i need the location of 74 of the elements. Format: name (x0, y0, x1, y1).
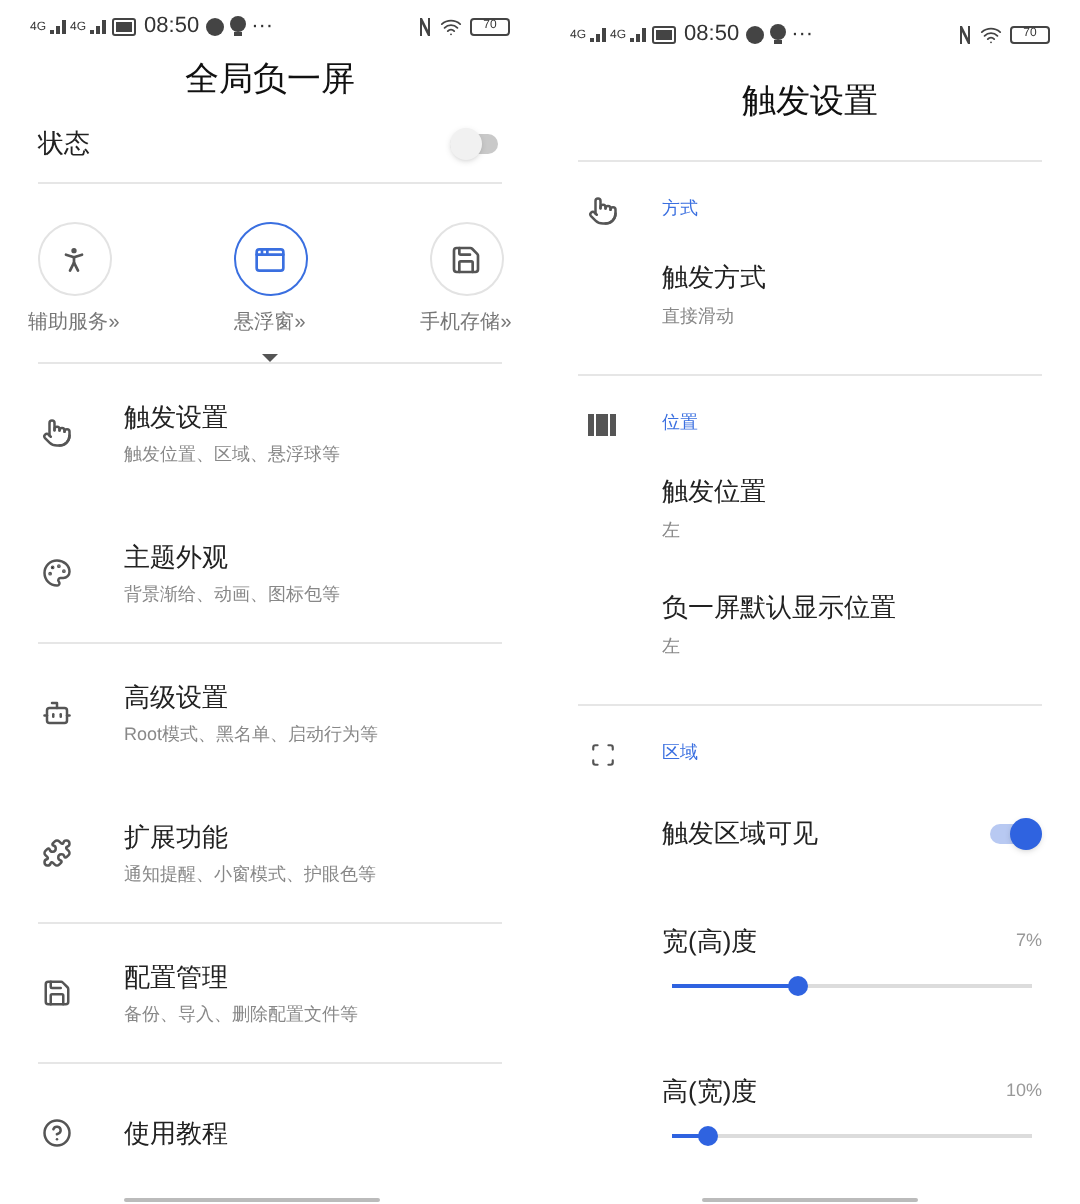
save-icon (450, 243, 482, 275)
window-icon (254, 243, 286, 275)
save-icon (42, 978, 72, 1008)
slider-thumb[interactable] (698, 1126, 718, 1146)
menu-item-subtitle: 背景渐给、动画、图标包等 (124, 582, 340, 608)
notification-icon (769, 24, 786, 44)
screen-title: 全局负一屏 (185, 57, 355, 102)
status-time: 08:50 (684, 19, 740, 50)
menu-item-title: 主题外观 (124, 539, 230, 575)
signal-icon (630, 27, 647, 41)
puzzle-icon (42, 838, 72, 868)
menu-item-subtitle: 通知提醒、小窗模式、护眼色等 (124, 862, 376, 888)
menu-item[interactable]: 主题外观 背景渐给、动画、图标包等 (38, 504, 502, 644)
status-time: 08:50 (144, 11, 200, 42)
signal-icon (590, 27, 607, 41)
menu-item[interactable]: 触发设置 触发位置、区域、悬浮球等 (38, 364, 502, 504)
nfc-icon (418, 17, 432, 36)
setting-title: 触发位置 (662, 474, 768, 510)
slider-thumb[interactable] (788, 976, 808, 996)
toggle-switch[interactable] (990, 816, 1042, 852)
help-icon (42, 1118, 72, 1148)
setting-value: 左 (662, 517, 682, 543)
pointer-hand-icon (42, 418, 72, 448)
section-header: 区域 (662, 740, 698, 767)
toggle-switch[interactable] (450, 125, 502, 162)
menu-item-subtitle: Root模式、黑名单、启动行为等 (124, 722, 379, 748)
menu-item[interactable]: 高级设置 Root模式、黑名单、启动行为等 (38, 644, 502, 784)
setting-value: 直接滑动 (662, 303, 736, 329)
setting-title: 触发方式 (662, 260, 768, 296)
wifi-icon (980, 23, 1002, 45)
notification-icon (205, 17, 224, 36)
menu-item-subtitle: 备份、导入、删除配置文件等 (124, 1002, 358, 1028)
palette-icon (42, 558, 72, 588)
notification-icon (745, 25, 764, 43)
menu-item-subtitle: 触发位置、区域、悬浮球等 (124, 442, 340, 468)
shortcut-button[interactable]: 悬浮窗» (200, 222, 340, 338)
hd-icon (112, 17, 137, 36)
menu-item[interactable]: 使用教程 (38, 1064, 502, 1204)
signal-icon (50, 19, 67, 34)
shortcut-button[interactable]: 辅助服务» (4, 222, 144, 338)
pointer-hand-icon (587, 195, 617, 225)
slider-reading: 10% (1005, 1077, 1042, 1103)
menu-item-title: 配置管理 (124, 959, 230, 995)
more-notifications: ··· (251, 11, 274, 42)
setting-title: 宽(高)度 (662, 923, 758, 960)
wifi-icon (440, 15, 462, 38)
shortcut-button[interactable]: 手机存储» (396, 222, 536, 338)
status-label: 状态 (38, 125, 90, 162)
menu-item-title: 高级设置 (124, 679, 230, 715)
frame-icon (589, 741, 615, 767)
menu-item-title: 使用教程 (124, 1115, 228, 1152)
robot-icon (42, 698, 72, 728)
slider-reading: 7% (1015, 927, 1042, 953)
expand-caret-icon[interactable] (262, 354, 278, 362)
hd-icon (652, 25, 677, 43)
menu-item[interactable]: 扩展功能 通知提醒、小窗模式、护眼色等 (38, 784, 502, 924)
screen-title: 触发设置 (742, 80, 878, 125)
section-header: 位置 (662, 410, 698, 437)
menu-item-title: 扩展功能 (124, 819, 230, 855)
setting-item[interactable]: 触发位置 左 (578, 472, 1042, 588)
notification-icon (229, 16, 246, 37)
columns-icon (588, 413, 616, 435)
menu-item-title: 触发设置 (124, 399, 230, 435)
section-header: 方式 (662, 196, 698, 223)
signal-icon (90, 19, 107, 34)
setting-title: 高(宽)度 (662, 1073, 758, 1110)
setting-title: 触发区域可见 (662, 816, 818, 853)
setting-value: 左 (662, 633, 682, 659)
menu-item[interactable]: 配置管理 备份、导入、删除配置文件等 (38, 924, 502, 1064)
setting-item[interactable]: 触发方式 直接滑动 (578, 258, 1042, 374)
more-notifications: ··· (791, 19, 814, 50)
nfc-icon (958, 25, 972, 43)
setting-item[interactable]: 负一屏默认显示位置 左 (578, 588, 1042, 704)
setting-title: 负一屏默认显示位置 (662, 590, 898, 626)
